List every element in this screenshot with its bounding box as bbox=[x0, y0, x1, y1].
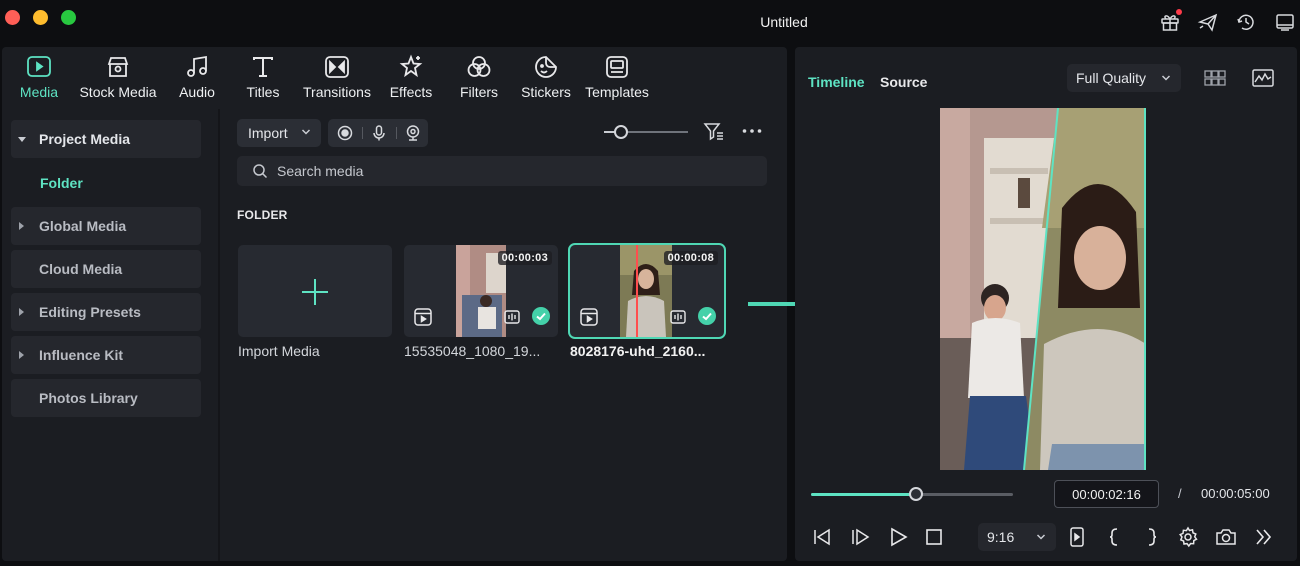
clip-name: 8028176-uhd_2160... bbox=[570, 343, 706, 359]
chevron-down-icon bbox=[1161, 75, 1171, 81]
snapshot-camera-icon[interactable] bbox=[1214, 525, 1238, 549]
search-icon bbox=[252, 163, 268, 179]
media-clip-1[interactable]: 00:00:03 bbox=[404, 245, 558, 337]
settings-gear-icon[interactable] bbox=[1176, 525, 1200, 549]
clip-duration: 00:00:08 bbox=[663, 251, 718, 265]
tab-titles[interactable]: Titles bbox=[243, 53, 283, 105]
window-title: Untitled bbox=[760, 14, 808, 30]
tab-transitions[interactable]: Transitions bbox=[301, 53, 373, 105]
tab-effects[interactable]: Effects bbox=[387, 53, 435, 105]
waveform-monitor-icon[interactable] bbox=[1251, 66, 1275, 90]
tab-audio[interactable]: Audio bbox=[177, 53, 217, 105]
stock-media-icon bbox=[104, 53, 132, 81]
clip-used-check-icon bbox=[698, 307, 716, 325]
search-input[interactable] bbox=[277, 160, 747, 182]
effects-star-icon bbox=[397, 53, 425, 81]
tab-stickers[interactable]: Stickers bbox=[518, 53, 574, 105]
import-media-label: Import Media bbox=[238, 343, 320, 359]
filters-icon bbox=[465, 53, 493, 81]
filter-sort-icon[interactable] bbox=[703, 120, 725, 142]
tab-templates[interactable]: Templates bbox=[583, 53, 651, 105]
title-bar: Untitled bbox=[0, 0, 1300, 46]
caret-right-icon bbox=[19, 222, 24, 230]
send-icon[interactable] bbox=[1197, 11, 1219, 33]
video-clip-icon bbox=[579, 307, 599, 327]
tab-filters[interactable]: Filters bbox=[458, 53, 500, 105]
clip-name: 15535048_1080_19... bbox=[404, 343, 541, 359]
sidebar-item-photos-library[interactable]: Photos Library bbox=[11, 379, 201, 417]
video-clip-icon bbox=[413, 307, 433, 327]
preview-panel: Timeline Source Full Quality 00:00:02:16… bbox=[795, 47, 1297, 561]
playhead-marker bbox=[636, 245, 638, 337]
sidebar-item-cloud-media[interactable]: Cloud Media bbox=[11, 250, 201, 288]
grid-view-icon[interactable] bbox=[1203, 66, 1227, 90]
time-separator: / bbox=[1178, 486, 1182, 501]
audio-track-icon bbox=[502, 307, 522, 327]
media-clip-2[interactable]: 00:00:08 bbox=[568, 243, 726, 339]
stop-icon[interactable] bbox=[922, 525, 946, 549]
webcam-icon[interactable] bbox=[404, 124, 422, 142]
audio-track-icon bbox=[668, 307, 688, 327]
transitions-icon bbox=[323, 53, 351, 81]
layout-icon[interactable] bbox=[1274, 11, 1296, 33]
media-icon bbox=[25, 53, 53, 81]
tab-stock-media[interactable]: Stock Media bbox=[77, 53, 159, 105]
import-media-tile[interactable] bbox=[238, 245, 392, 337]
next-frame-icon[interactable] bbox=[848, 525, 872, 549]
aspect-ratio-select[interactable]: 9:16 bbox=[978, 523, 1056, 551]
clip-used-check-icon bbox=[532, 307, 550, 325]
templates-icon bbox=[603, 53, 631, 81]
chevron-down-icon bbox=[1036, 534, 1046, 540]
record-screen-icon[interactable] bbox=[336, 124, 354, 142]
toolbar-tabs: Media Stock Media Audio Titles Transitio… bbox=[2, 47, 787, 109]
playback-progress-fill bbox=[811, 493, 917, 496]
text-t-icon bbox=[249, 53, 277, 81]
history-icon[interactable] bbox=[1235, 11, 1257, 33]
mark-out-icon[interactable] bbox=[1140, 525, 1164, 549]
sidebar-divider bbox=[218, 109, 220, 561]
playback-scrubber-handle[interactable] bbox=[909, 487, 924, 501]
sidebar-item-global-media[interactable]: Global Media bbox=[11, 207, 201, 245]
caret-down-icon bbox=[18, 137, 26, 142]
previous-frame-icon[interactable] bbox=[810, 525, 834, 549]
media-library-panel: Media Stock Media Audio Titles Transitio… bbox=[2, 47, 787, 561]
microphone-icon[interactable] bbox=[370, 124, 388, 142]
chevron-down-icon bbox=[301, 129, 311, 135]
tab-timeline[interactable]: Timeline bbox=[808, 74, 865, 90]
quality-select[interactable]: Full Quality bbox=[1067, 64, 1181, 92]
thumbnail-zoom-handle[interactable] bbox=[613, 125, 628, 139]
sidebar-item-folder[interactable]: Folder bbox=[40, 175, 83, 191]
expand-double-chevron-icon[interactable] bbox=[1252, 525, 1276, 549]
gift-icon[interactable] bbox=[1159, 9, 1182, 33]
display-mode-icon[interactable] bbox=[1065, 525, 1089, 549]
preview-frame bbox=[940, 108, 1146, 470]
mark-in-icon[interactable] bbox=[1102, 525, 1126, 549]
total-duration: 00:00:05:00 bbox=[1201, 486, 1270, 501]
record-tools-group bbox=[328, 119, 428, 147]
caret-right-icon bbox=[19, 308, 24, 316]
plus-icon bbox=[302, 279, 328, 305]
play-icon[interactable] bbox=[886, 525, 910, 549]
tab-source[interactable]: Source bbox=[880, 74, 927, 90]
preview-canvas bbox=[940, 108, 1146, 470]
caret-right-icon bbox=[19, 351, 24, 359]
tab-media[interactable]: Media bbox=[17, 53, 61, 105]
more-options-icon[interactable] bbox=[741, 120, 763, 142]
sidebar-item-influence-kit[interactable]: Influence Kit bbox=[11, 336, 201, 374]
sticker-icon bbox=[532, 53, 560, 81]
section-header: FOLDER bbox=[237, 208, 288, 222]
media-sidebar: Project Media Folder Global Media Cloud … bbox=[2, 109, 218, 561]
sidebar-item-project-media[interactable]: Project Media bbox=[11, 120, 201, 158]
music-note-icon bbox=[183, 53, 211, 81]
sidebar-item-editing-presets[interactable]: Editing Presets bbox=[11, 293, 201, 331]
current-time-field[interactable]: 00:00:02:16 bbox=[1054, 480, 1159, 508]
search-bar bbox=[237, 156, 767, 186]
import-button[interactable]: Import bbox=[237, 119, 321, 147]
clip-duration: 00:00:03 bbox=[497, 251, 552, 265]
notification-dot bbox=[1176, 9, 1182, 15]
